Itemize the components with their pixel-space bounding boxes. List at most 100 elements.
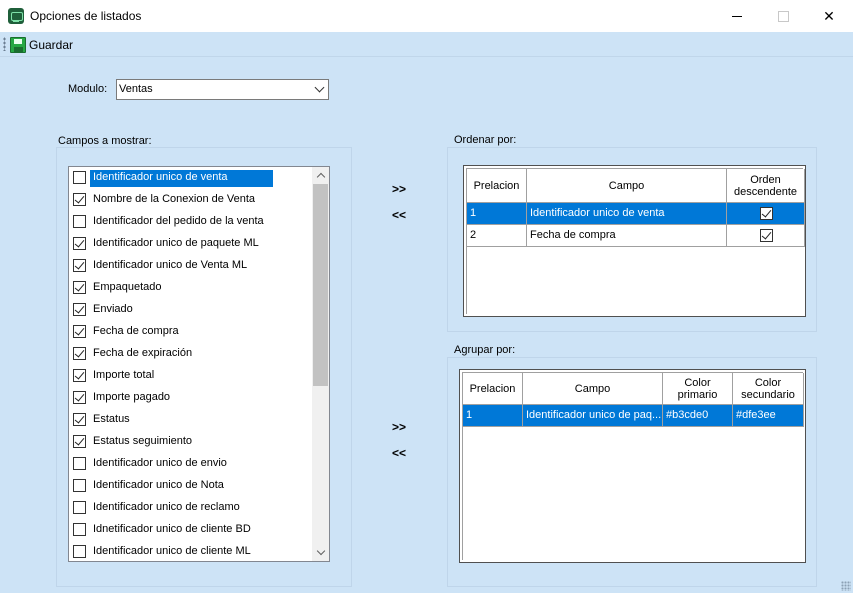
checkbox[interactable] bbox=[73, 545, 86, 558]
maximize-button[interactable] bbox=[760, 0, 806, 32]
agrupar-header-color-primario[interactable]: Color primario bbox=[663, 373, 733, 405]
campo-label: Identificador unico de venta bbox=[90, 170, 273, 187]
close-button[interactable]: ✕ bbox=[806, 0, 852, 32]
campo-item[interactable]: Fecha de compra bbox=[69, 321, 313, 343]
campos-checklist[interactable]: Identificador unico de cliente ML Idnetif… bbox=[68, 166, 330, 562]
add-to-group-button[interactable]: >> bbox=[392, 420, 406, 434]
checkbox[interactable] bbox=[73, 391, 86, 404]
ordenar-cell-campo[interactable]: Fecha de compra bbox=[527, 225, 727, 247]
agrupar-cell-prelacion[interactable]: 1 bbox=[463, 405, 523, 427]
agrupar-cell-color-secundario[interactable]: #dfe3ee bbox=[733, 405, 804, 427]
scroll-down-icon[interactable] bbox=[312, 544, 329, 561]
campo-item[interactable]: Importe total bbox=[69, 365, 313, 387]
campo-label: Enviado bbox=[93, 303, 133, 315]
modulo-value: Ventas bbox=[119, 83, 153, 95]
form-body: Modulo: Ventas Campos a mostrar: Identif… bbox=[0, 57, 853, 593]
ordenar-cell-campo[interactable]: Identificador unico de venta bbox=[527, 203, 727, 225]
campo-item[interactable]: Fecha de expiración bbox=[69, 343, 313, 365]
campo-label: Identificador unico de reclamo bbox=[93, 501, 240, 513]
campo-item[interactable]: Estatus bbox=[69, 409, 313, 431]
ordenar-grid[interactable]: Prelacion Campo Orden descendente 1 Ident… bbox=[463, 165, 806, 317]
window-title: Opciones de listados bbox=[30, 9, 142, 23]
checkbox[interactable] bbox=[73, 237, 86, 250]
scroll-thumb[interactable] bbox=[313, 184, 328, 386]
campo-label: Identificador unico de envio bbox=[93, 457, 227, 469]
ordenar-header-campo[interactable]: Campo bbox=[527, 169, 727, 203]
checkbox[interactable] bbox=[73, 303, 86, 316]
checkbox[interactable] bbox=[73, 435, 86, 448]
campo-item[interactable]: Estatus seguimiento bbox=[69, 431, 313, 453]
campo-label: Idnetificador unico de cliente BD bbox=[93, 523, 251, 535]
campo-label: Empaquetado bbox=[93, 281, 162, 293]
save-label: Guardar bbox=[29, 37, 74, 52]
agrupar-header-campo[interactable]: Campo bbox=[523, 373, 663, 405]
campo-item[interactable]: Identificador unico de envio bbox=[69, 453, 313, 475]
campo-item[interactable]: Identificador unico de Venta ML bbox=[69, 255, 313, 277]
checkbox[interactable] bbox=[73, 325, 86, 338]
campo-label: Identificador del pedido de la venta bbox=[93, 215, 264, 227]
ordenar-cell-descendente[interactable] bbox=[727, 225, 805, 247]
campo-label: Importe total bbox=[93, 369, 155, 381]
checkbox[interactable] bbox=[73, 193, 86, 206]
campo-item[interactable]: Identificador unico de cliente ML bbox=[69, 541, 313, 561]
campo-item[interactable]: Idnetificador unico de cliente BD bbox=[69, 519, 313, 541]
checkbox[interactable] bbox=[759, 229, 773, 242]
campo-label: Identificador unico de paquete ML bbox=[93, 237, 259, 249]
ordenar-cell-prelacion[interactable]: 2 bbox=[467, 225, 527, 247]
campo-label: Fecha de expiración bbox=[93, 347, 193, 359]
campo-item[interactable]: Identificador unico de venta bbox=[69, 167, 313, 189]
checkbox[interactable] bbox=[73, 259, 86, 272]
remove-from-group-button[interactable]: << bbox=[392, 446, 406, 460]
campos-label: Campos a mostrar: bbox=[58, 135, 152, 147]
ordenar-header-orden[interactable]: Orden descendente bbox=[727, 169, 805, 203]
toolbar: Guardar bbox=[0, 32, 853, 57]
campo-label: Estatus seguimiento bbox=[93, 435, 193, 447]
campo-item[interactable]: Empaquetado bbox=[69, 277, 313, 299]
agrupar-label: Agrupar por: bbox=[454, 344, 516, 356]
campo-item[interactable]: Nombre de la Conexion de Venta bbox=[69, 189, 313, 211]
checkbox[interactable] bbox=[73, 171, 86, 184]
app-icon bbox=[8, 8, 24, 24]
agrupar-cell-color-primario[interactable]: #b3cde0 bbox=[663, 405, 733, 427]
checkbox[interactable] bbox=[759, 207, 773, 220]
checkbox[interactable] bbox=[73, 479, 86, 492]
ordenar-cell-prelacion[interactable]: 1 bbox=[467, 203, 527, 225]
agrupar-header-color-secundario[interactable]: Color secundario bbox=[733, 373, 804, 405]
ordenar-header-prelacion[interactable]: Prelacion bbox=[467, 169, 527, 203]
resize-grip-icon[interactable] bbox=[841, 581, 851, 591]
campo-label: Estatus bbox=[93, 413, 130, 425]
modulo-select[interactable]: Ventas bbox=[116, 79, 329, 100]
vertical-scrollbar[interactable] bbox=[312, 167, 329, 561]
title-bar: Opciones de listados ✕ bbox=[0, 0, 853, 32]
checkbox[interactable] bbox=[73, 369, 86, 382]
checkbox[interactable] bbox=[73, 523, 86, 536]
campo-label: Identificador unico de cliente ML bbox=[93, 545, 251, 557]
checkbox[interactable] bbox=[73, 281, 86, 294]
modulo-label: Modulo: bbox=[68, 83, 108, 95]
agrupar-grid[interactable]: Prelacion Campo Color primario Color sec… bbox=[459, 369, 806, 563]
scroll-up-icon[interactable] bbox=[312, 167, 329, 184]
campo-label: Nombre de la Conexion de Venta bbox=[93, 193, 256, 205]
remove-from-order-button[interactable]: << bbox=[392, 208, 406, 222]
checkbox[interactable] bbox=[73, 347, 86, 360]
campo-item[interactable]: Enviado bbox=[69, 299, 313, 321]
campo-item[interactable]: Identificador unico de paquete ML bbox=[69, 233, 313, 255]
checkbox[interactable] bbox=[73, 501, 86, 514]
checkbox[interactable] bbox=[73, 413, 86, 426]
campo-item[interactable]: Importe pagado bbox=[69, 387, 313, 409]
checkbox[interactable] bbox=[73, 457, 86, 470]
campo-item[interactable]: Identificador unico de Nota bbox=[69, 475, 313, 497]
campo-label: Identificador unico de Nota bbox=[93, 479, 224, 491]
ordenar-cell-descendente[interactable] bbox=[727, 203, 805, 225]
chevron-down-icon bbox=[314, 82, 325, 93]
checkbox[interactable] bbox=[73, 215, 86, 228]
minimize-button[interactable] bbox=[714, 0, 760, 32]
campo-item[interactable]: Identificador unico de reclamo bbox=[69, 497, 313, 519]
agrupar-header-prelacion[interactable]: Prelacion bbox=[463, 373, 523, 405]
campo-item[interactable]: Identificador del pedido de la venta bbox=[69, 211, 313, 233]
save-button[interactable]: Guardar bbox=[10, 35, 77, 54]
toolbar-grip-icon bbox=[3, 37, 6, 51]
campo-label: Fecha de compra bbox=[93, 325, 179, 337]
add-to-order-button[interactable]: >> bbox=[392, 182, 406, 196]
agrupar-cell-campo[interactable]: Identificador unico de paq... bbox=[523, 405, 663, 427]
